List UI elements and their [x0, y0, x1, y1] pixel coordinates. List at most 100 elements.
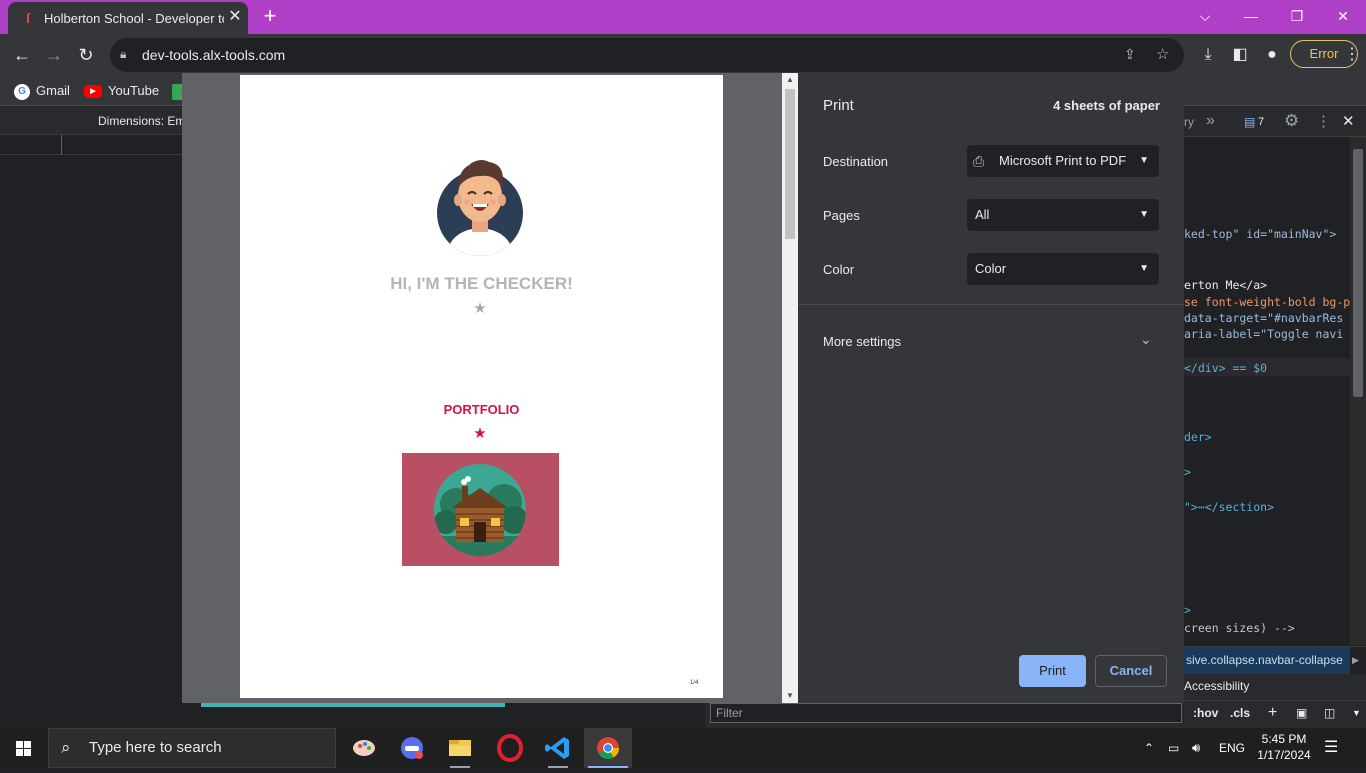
- devtools-tab-more-text[interactable]: ry: [1184, 115, 1194, 129]
- taskbar-app-game[interactable]: [388, 728, 436, 768]
- chevron-down-icon: ⌄: [1140, 331, 1152, 347]
- bookmark-youtube[interactable]: ▶ YouTube: [84, 82, 159, 100]
- battery-icon[interactable]: ▭: [1168, 728, 1179, 768]
- accessibility-tab[interactable]: Accessibility: [1184, 674, 1366, 700]
- pages-select[interactable]: All ▼: [967, 199, 1159, 231]
- print-title: Print: [823, 97, 854, 114]
- print-button[interactable]: Print: [1019, 655, 1086, 687]
- scroll-up-icon[interactable]: ▲: [782, 73, 798, 87]
- notifications-icon[interactable]: ☰: [1324, 728, 1338, 768]
- taskbar-app-file-explorer[interactable]: [436, 728, 484, 768]
- code-line[interactable]: >: [1184, 603, 1191, 617]
- start-button[interactable]: [0, 728, 48, 768]
- color-label: Color: [823, 262, 855, 277]
- taskbar-app-chrome[interactable]: [584, 728, 632, 768]
- color-select[interactable]: Color ▼: [967, 253, 1159, 285]
- code-line[interactable]: aria-label="Toggle navi: [1184, 327, 1343, 341]
- chrome-icon: [597, 737, 619, 759]
- bookmark-gmail[interactable]: G Gmail: [14, 82, 70, 100]
- breadcrumb-text[interactable]: sive.collapse.navbar-collapse: [1184, 647, 1350, 675]
- reload-button[interactable]: ↻: [72, 42, 100, 68]
- taskbar-app-paint[interactable]: [340, 728, 388, 768]
- destination-select[interactable]: ⎙ Microsoft Print to PDF ▼: [967, 145, 1159, 177]
- pages-value: All: [975, 207, 990, 222]
- scroll-down-icon[interactable]: ▼: [782, 689, 798, 703]
- paint-icon[interactable]: ▣: [1296, 704, 1307, 722]
- preview-scrollbar[interactable]: ▲ ▼: [782, 73, 798, 703]
- opera-icon: [497, 734, 523, 762]
- browser-toolbar: ← → ↻ 🔒︎ dev-tools.alx-tools.com ⇪ ☆ ⤓ ◧…: [0, 34, 1366, 76]
- hov-toggle[interactable]: :hov: [1193, 704, 1218, 722]
- printer-icon: ⎙: [973, 153, 985, 169]
- code-line-selected[interactable]: </div> == $0: [1184, 361, 1267, 375]
- new-tab-button[interactable]: +: [258, 5, 282, 29]
- windows-logo-icon: [16, 741, 31, 756]
- code-line[interactable]: erton Me</a>: [1184, 278, 1267, 292]
- chrome-menu-icon[interactable]: ⋮: [1338, 42, 1366, 68]
- language-indicator[interactable]: ENG: [1219, 728, 1245, 768]
- taskbar-app-vscode[interactable]: [534, 728, 582, 768]
- share-icon[interactable]: ⇪: [1124, 46, 1136, 63]
- tab-strip: ſ Holberton School - Developer to ✕ + ⌵ …: [0, 0, 1366, 34]
- viewport-left-gap: [0, 155, 182, 703]
- code-line[interactable]: >: [1184, 465, 1191, 479]
- forward-button[interactable]: →: [40, 42, 68, 68]
- issues-icon[interactable]: ▤: [1244, 115, 1255, 129]
- destination-value: Microsoft Print to PDF: [999, 153, 1127, 168]
- scroll-down-icon[interactable]: ▼: [1352, 704, 1361, 722]
- google-icon: G: [14, 83, 30, 100]
- code-line[interactable]: creen sizes) -->: [1184, 621, 1295, 635]
- address-bar[interactable]: 🔒︎ dev-tools.alx-tools.com ⇪ ☆: [110, 38, 1184, 72]
- page-number: 1/4: [690, 680, 699, 686]
- profile-icon[interactable]: ●: [1260, 42, 1284, 68]
- taskbar-app-opera[interactable]: [486, 728, 534, 768]
- search-placeholder: Type here to search: [89, 739, 222, 756]
- code-line[interactable]: data-target="#navbarRes: [1184, 311, 1343, 325]
- cancel-button[interactable]: Cancel: [1095, 655, 1167, 687]
- close-window-button[interactable]: ✕: [1320, 0, 1366, 34]
- back-button[interactable]: ←: [8, 42, 36, 68]
- checker-heading: HI, I'M THE CHECKER!: [390, 274, 573, 293]
- minimize-button[interactable]: —: [1228, 0, 1274, 34]
- bookmark-maps-icon[interactable]: [172, 82, 182, 100]
- cls-toggle[interactable]: .cls: [1230, 704, 1250, 722]
- computed-sidebar-icon[interactable]: ◫: [1324, 704, 1335, 722]
- devtools-settings-icon[interactable]: ⚙: [1284, 111, 1299, 131]
- red-star-icon: ★: [473, 425, 487, 442]
- portfolio-heading: PORTFOLIO: [443, 402, 520, 417]
- download-icon[interactable]: ⤓: [1196, 42, 1220, 68]
- clock[interactable]: 5:45 PM 1/17/2024: [1252, 731, 1316, 763]
- destination-label: Destination: [823, 154, 889, 169]
- taskbar-search[interactable]: ⌕ Type here to search: [48, 728, 336, 768]
- code-line[interactable]: ">⋯</section>: [1184, 500, 1274, 514]
- restore-button[interactable]: ❐: [1274, 0, 1320, 34]
- chevron-down-icon: ▼: [1139, 263, 1149, 274]
- devtools-close-icon[interactable]: ✕: [1342, 112, 1355, 130]
- devtools-scrollbar[interactable]: [1350, 137, 1366, 645]
- game-app-icon: [401, 737, 423, 759]
- devtools-menu-icon[interactable]: ⋮: [1316, 112, 1331, 130]
- add-style-rule-icon[interactable]: +: [1268, 704, 1277, 722]
- resize-indicator: [201, 703, 505, 707]
- dimensions-label[interactable]: Dimensions: Em: [98, 107, 185, 135]
- devtools-tabbar: ry » ▤ 7 ⚙ ⋮ ✕: [1184, 107, 1366, 137]
- more-tabs-icon[interactable]: »: [1206, 112, 1215, 130]
- tab-title: Holberton School - Developer to: [44, 11, 224, 26]
- windows-taskbar: ⌕ Type here to search ⌃ ▭ 🔊︎ ENG 5:45 PM…: [0, 728, 1366, 768]
- code-line[interactable]: ked-top" id="mainNav">: [1184, 227, 1336, 241]
- code-line[interactable]: der>: [1184, 430, 1212, 444]
- tab-holberton[interactable]: ſ Holberton School - Developer to ✕: [8, 2, 248, 34]
- tab-search-icon[interactable]: ⌵: [1182, 0, 1228, 34]
- code-line[interactable]: se font-weight-bold bg-p: [1184, 295, 1350, 309]
- volume-icon[interactable]: 🔊︎: [1192, 728, 1200, 768]
- url-text: dev-tools.alx-tools.com: [142, 47, 286, 63]
- bookmark-star-icon[interactable]: ☆: [1156, 45, 1169, 63]
- side-panel-icon[interactable]: ◧: [1228, 42, 1252, 68]
- breadcrumb-next-icon[interactable]: ▶: [1352, 647, 1359, 674]
- dom-breadcrumb[interactable]: sive.collapse.navbar-collapse ▶: [1184, 646, 1366, 675]
- lock-icon[interactable]: 🔒︎: [120, 47, 132, 61]
- tab-close-icon[interactable]: ✕: [226, 8, 244, 26]
- more-settings-toggle[interactable]: More settings ⌄: [798, 321, 1184, 353]
- styles-filter-input[interactable]: Filter: [710, 703, 1182, 723]
- show-hidden-icons-icon[interactable]: ⌃: [1144, 728, 1154, 768]
